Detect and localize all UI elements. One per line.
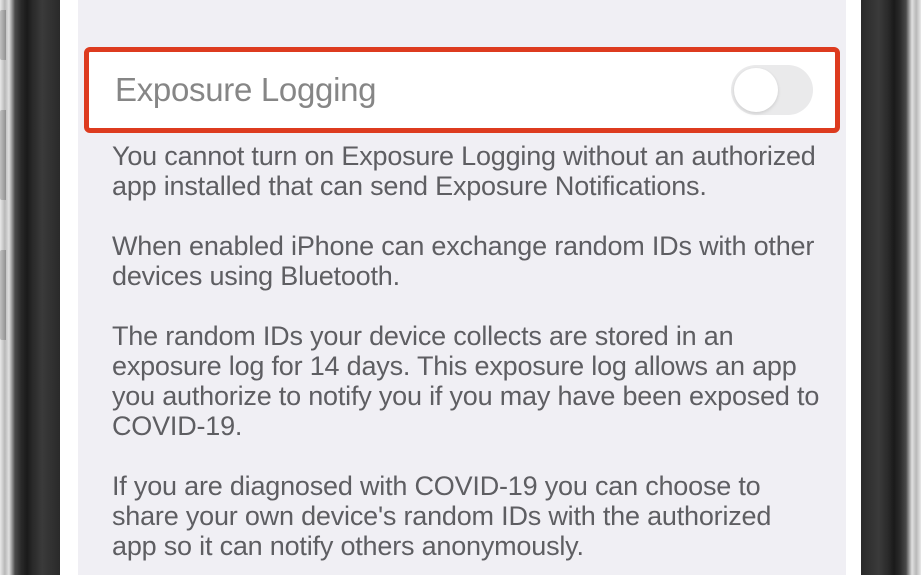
phone-side-button	[0, 110, 6, 200]
phone-side-button	[0, 250, 6, 340]
toggle-knob	[734, 68, 778, 112]
description-paragraph: The random IDs your device collects are …	[112, 322, 822, 442]
description-paragraph: You cannot turn on Exposure Logging with…	[112, 142, 822, 202]
phone-side-buttons	[0, 0, 8, 575]
exposure-logging-row[interactable]: Exposure Logging	[84, 47, 840, 133]
description-paragraph: If you are diagnosed with COVID-19 you c…	[112, 472, 822, 562]
phone-side-button	[0, 10, 6, 60]
exposure-logging-label: Exposure Logging	[115, 71, 376, 109]
description-paragraph: When enabled iPhone can exchange random …	[112, 232, 822, 292]
phone-frame-right	[861, 0, 921, 575]
settings-screen: Exposure Logging You cannot turn on Expo…	[78, 0, 846, 575]
viewport: Exposure Logging You cannot turn on Expo…	[0, 0, 921, 575]
phone-frame-left	[0, 0, 60, 575]
exposure-logging-description: You cannot turn on Exposure Logging with…	[112, 142, 822, 562]
exposure-logging-toggle[interactable]	[731, 65, 813, 115]
